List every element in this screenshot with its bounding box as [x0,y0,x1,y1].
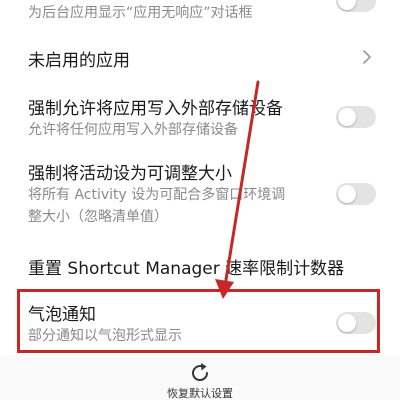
force-external-storage-description: 允许将任何应用写入外部存储设备 [28,122,238,138]
chevron-right-icon [363,50,371,64]
toggle-knob [338,0,356,10]
force-resizable-toggle[interactable] [336,183,376,205]
anr-background-description: 为后台应用显示“应用无响应”对话框 [28,5,253,21]
force-external-storage-title: 强制允许将应用写入外部存储设备 [28,99,283,119]
developer-options-screen: 为后台应用显示“应用无响应”对话框 未启用的应用 强制允许将应用写入外部存储设备… [0,0,400,400]
force-resizable-description-line2: 整大小（忽略清单值） [28,209,168,225]
reset-shortcut-manager-item[interactable]: 重置 Shortcut Manager 速率限制计数器 [0,246,400,286]
inactive-apps-title: 未启用的应用 [28,51,130,71]
restore-defaults-label: 恢复默认设置 [167,387,233,400]
force-external-storage-setting[interactable]: 强制允许将应用写入外部存储设备 允许将任何应用写入外部存储设备 [0,88,400,144]
force-resizable-description-line1: 将所有 Activity 设为可配合多窗口环境调 [28,187,286,203]
anr-background-setting[interactable]: 为后台应用显示“应用无响应”对话框 [0,0,400,32]
reset-shortcut-manager-title: 重置 Shortcut Manager 速率限制计数器 [28,259,345,279]
restore-defaults-button[interactable]: 恢复默认设置 [160,355,240,400]
bottom-action-bar: 恢复默认设置 [0,355,400,400]
toggle-knob [338,108,356,126]
refresh-icon [192,363,209,382]
force-external-storage-toggle[interactable] [336,106,376,128]
inactive-apps-item[interactable]: 未启用的应用 [0,32,400,82]
toggle-knob [338,185,356,203]
anr-background-toggle[interactable] [336,0,376,12]
annotation-highlight-box [17,289,380,353]
force-resizable-setting[interactable]: 强制将活动设为可调整大小 将所有 Activity 设为可配合多窗口环境调 整大… [0,156,400,236]
force-resizable-title: 强制将活动设为可调整大小 [28,164,232,184]
